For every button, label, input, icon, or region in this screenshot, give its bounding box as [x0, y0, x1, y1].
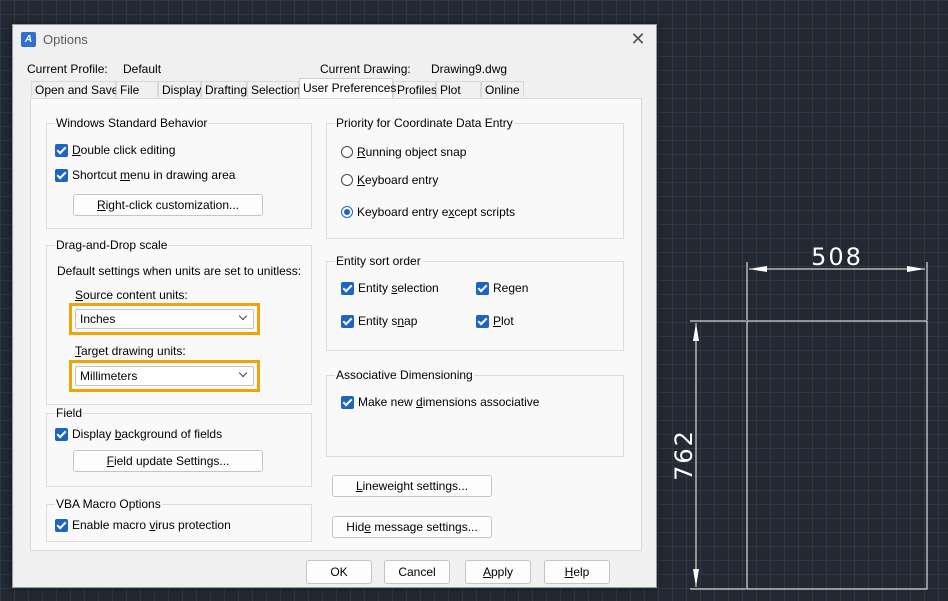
display-background-checkbox[interactable]: Display background of fields [55, 427, 222, 441]
ok-button[interactable]: OK [306, 560, 372, 584]
current-drawing-value: Drawing9.dwg [431, 62, 508, 76]
hide-message-settings-button[interactable]: Hide message settings... [332, 516, 492, 538]
enable-macro-virus-protection-label: Enable macro virus protection [72, 518, 231, 532]
display-background-label: Display background of fields [72, 427, 223, 441]
source-content-units-dropdown[interactable]: Inches [75, 309, 254, 329]
radio-selected-icon [341, 206, 353, 218]
tab-online[interactable]: Online [481, 81, 524, 97]
make-new-dimensions-associative-checkbox[interactable]: Make new dimensions associative [341, 395, 539, 409]
checkbox-checked-icon [476, 314, 489, 328]
checkbox-checked-icon [341, 395, 354, 409]
associative-dimensioning-group: Associative Dimensioning Make new dimens… [326, 368, 624, 457]
target-drawing-units-dropdown[interactable]: Millimeters [75, 366, 254, 386]
shortcut-menu-checkbox[interactable]: Shortcut menu in drawing area [55, 168, 235, 182]
plot-checkbox[interactable]: Plot [476, 314, 514, 328]
checkbox-checked-icon [341, 281, 354, 295]
radio-unselected-icon [341, 146, 353, 158]
height-dimension-text: 762 [670, 429, 698, 481]
tab-plot[interactable]: Plot [436, 81, 481, 97]
current-drawing-label: Current Drawing: [320, 62, 411, 76]
user-preferences-panel: Windows Standard Behavior Double click e… [30, 98, 642, 551]
field-title: Field [55, 406, 84, 420]
height-arrow-top [693, 323, 699, 341]
vba-macro-group: VBA Macro Options Enable macro virus pro… [46, 497, 312, 542]
keyboard-entry-except-scripts-label: Keyboard entry except scripts [357, 205, 516, 219]
regen-label: Regen [493, 281, 529, 295]
current-profile-label: Current Profile: [27, 62, 108, 76]
target-drawing-units-label: Target drawing units: [75, 344, 186, 358]
source-content-units-label: Source content units: [75, 288, 188, 302]
title-bar[interactable]: A Options ✕ [13, 25, 656, 53]
drag-drop-scale-title: Drag-and-Drop scale [55, 238, 169, 252]
current-profile-value: Default [123, 62, 162, 76]
tab-selection[interactable]: Selection [247, 81, 300, 97]
entity-sort-order-group: Entity sort order Entity selection Regen… [326, 254, 624, 351]
checkbox-checked-icon [55, 168, 68, 182]
width-arrow-right [907, 266, 925, 272]
checkbox-checked-icon [341, 314, 354, 328]
width-dimension-text: 508 [811, 243, 863, 271]
chevron-down-icon [238, 368, 248, 378]
shortcut-menu-label: Shortcut menu in drawing area [72, 168, 236, 182]
vba-macro-title: VBA Macro Options [55, 497, 162, 511]
lineweight-settings-button[interactable]: Lineweight settings... [332, 475, 492, 497]
autocad-app-icon: A [21, 32, 36, 47]
running-object-snap-label: Running object snap [357, 145, 467, 159]
drag-drop-description: Default settings when units are set to u… [57, 264, 302, 278]
chevron-down-icon [238, 311, 248, 321]
make-new-dimensions-associative-label: Make new dimensions associative [358, 395, 540, 409]
dialog-title: Options [43, 32, 88, 47]
apply-button[interactable]: Apply [465, 560, 531, 584]
field-update-settings-button[interactable]: Field update Settings... [73, 450, 263, 472]
regen-checkbox[interactable]: Regen [476, 281, 528, 295]
windows-behavior-title: Windows Standard Behavior [55, 116, 209, 130]
enable-macro-virus-protection-checkbox[interactable]: Enable macro virus protection [55, 518, 231, 532]
width-arrow-left [749, 266, 767, 272]
plot-label: Plot [493, 314, 514, 328]
coordinate-priority-title: Priority for Coordinate Data Entry [335, 116, 514, 130]
entity-snap-label: Entity snap [358, 314, 418, 328]
windows-behavior-group: Windows Standard Behavior Double click e… [46, 116, 312, 229]
tab-user-preferences[interactable]: User Preferences [299, 78, 396, 98]
radio-unselected-icon [341, 174, 353, 186]
entity-selection-checkbox[interactable]: Entity selection [341, 281, 439, 295]
close-icon[interactable]: ✕ [627, 28, 649, 50]
tab-profiles[interactable]: Profiles [393, 81, 437, 97]
keyboard-entry-radio[interactable]: Keyboard entry [341, 173, 438, 187]
tab-open-and-save[interactable]: Open and Save [31, 81, 118, 97]
double-click-editing-label: Double click editing [72, 143, 176, 157]
source-units-value: Inches [80, 312, 116, 326]
keyboard-entry-except-scripts-radio[interactable]: Keyboard entry except scripts [341, 205, 515, 219]
help-button[interactable]: Help [544, 560, 610, 584]
tab-drafting[interactable]: Drafting [201, 81, 247, 97]
entity-selection-label: Entity selection [358, 281, 439, 295]
entity-snap-checkbox[interactable]: Entity snap [341, 314, 417, 328]
checkbox-checked-icon [476, 281, 489, 295]
tab-file[interactable]: File [116, 81, 158, 97]
associative-dimensioning-title: Associative Dimensioning [335, 368, 474, 382]
coordinate-priority-group: Priority for Coordinate Data Entry Runni… [326, 116, 624, 239]
checkbox-checked-icon [55, 427, 68, 441]
running-object-snap-radio[interactable]: Running object snap [341, 145, 466, 159]
checkbox-checked-icon [55, 518, 68, 532]
tab-display[interactable]: Display [158, 81, 201, 97]
height-arrow-bottom [693, 569, 699, 587]
double-click-editing-checkbox[interactable]: Double click editing [55, 143, 175, 157]
options-dialog: A Options ✕ Current Profile: Default Cur… [12, 24, 657, 588]
cancel-button[interactable]: Cancel [384, 560, 450, 584]
entity-sort-order-title: Entity sort order [335, 254, 422, 268]
rectangle-shape [746, 320, 928, 590]
target-units-value: Millimeters [80, 369, 138, 383]
field-group: Field Display background of fields Field… [46, 406, 312, 487]
drag-drop-scale-group: Drag-and-Drop scale Default settings whe… [46, 238, 312, 405]
right-click-customization-button[interactable]: Right-click customization... [73, 194, 263, 216]
checkbox-checked-icon [55, 143, 68, 157]
keyboard-entry-label: Keyboard entry [357, 173, 439, 187]
